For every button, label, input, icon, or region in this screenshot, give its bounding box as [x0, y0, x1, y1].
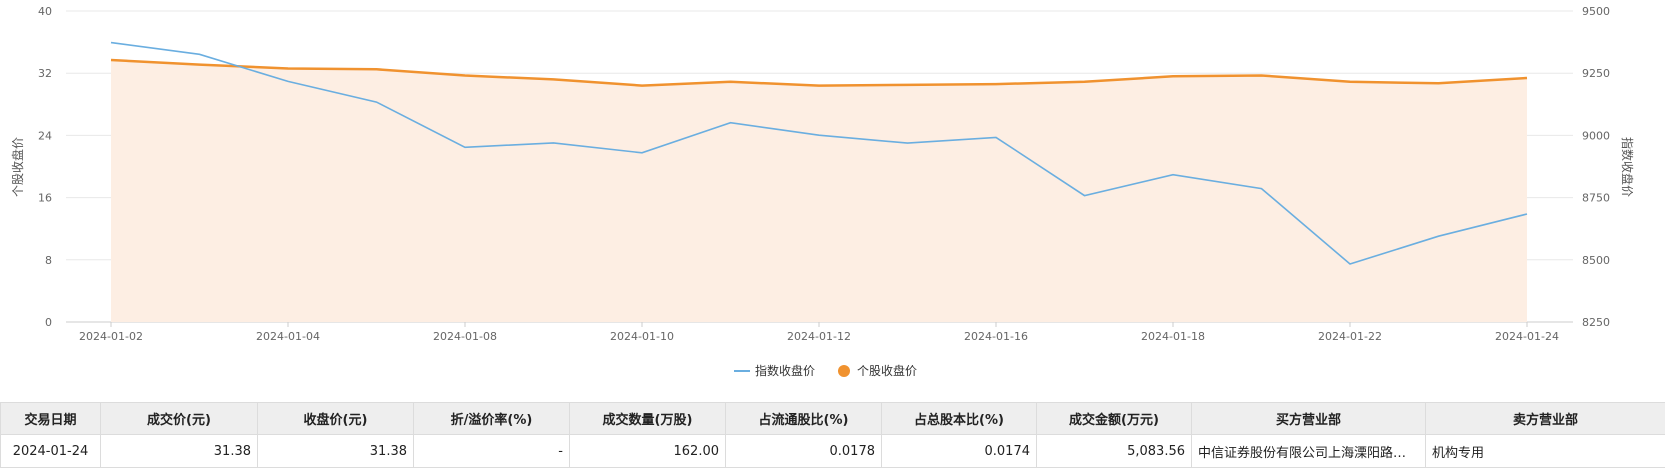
- left-axis-title: 个股收盘价: [10, 137, 25, 197]
- right-tick-label: 9250: [1582, 67, 1610, 80]
- left-tick-label: 24: [38, 129, 52, 142]
- table-row: 2024-01-24 31.38 31.38 - 162.00 0.0178 0…: [1, 435, 1665, 468]
- x-tick-label: 2024-01-02: [79, 330, 143, 343]
- x-tick-label: 2024-01-24: [1495, 330, 1559, 343]
- right-axis-ticks: 8250 8500 8750 9000 9250 9500: [1582, 5, 1610, 329]
- cell-seller[interactable]: 机构专用: [1426, 435, 1665, 468]
- legend-index-label: 指数收盘价: [755, 363, 815, 378]
- col-header-premium-rate[interactable]: 折/溢价率(%): [414, 403, 570, 435]
- table-header-row: 交易日期 成交价(元) 收盘价(元) 折/溢价率(%) 成交数量(万股) 占流通…: [1, 403, 1665, 435]
- x-tick-label: 2024-01-08: [433, 330, 497, 343]
- col-header-trade-price[interactable]: 成交价(元): [101, 403, 258, 435]
- x-tick-label: 2024-01-12: [787, 330, 851, 343]
- left-tick-label: 16: [38, 192, 52, 205]
- right-axis-title: 指数收盘价: [1620, 137, 1635, 197]
- legend-stock-label: 个股收盘价: [857, 363, 917, 378]
- x-tick-label: 2024-01-16: [964, 330, 1028, 343]
- left-tick-label: 32: [38, 67, 52, 80]
- legend-item-index[interactable]: 指数收盘价: [734, 363, 815, 378]
- block-trade-table: 交易日期 成交价(元) 收盘价(元) 折/溢价率(%) 成交数量(万股) 占流通…: [0, 402, 1665, 468]
- cell-total-ratio: 0.0174: [882, 435, 1037, 468]
- cell-close-price: 31.38: [258, 435, 414, 468]
- x-tick-label: 2024-01-04: [256, 330, 320, 343]
- col-header-buyer[interactable]: 买方营业部: [1192, 403, 1426, 435]
- x-tick-label: 2024-01-18: [1141, 330, 1205, 343]
- col-header-float-ratio[interactable]: 占流通股比(%): [726, 403, 882, 435]
- cell-trade-price: 31.38: [101, 435, 258, 468]
- stock-close-area: [111, 60, 1527, 322]
- right-tick-label: 9000: [1582, 129, 1610, 142]
- col-header-seller[interactable]: 卖方营业部: [1426, 403, 1665, 435]
- price-chart: 0 8 16 24 32 40 8250 8500 8750 9000 9250 9500 2024…: [0, 0, 1665, 402]
- col-header-volume[interactable]: 成交数量(万股): [570, 403, 726, 435]
- col-header-close-price[interactable]: 收盘价(元): [258, 403, 414, 435]
- cell-volume: 162.00: [570, 435, 726, 468]
- left-tick-label: 0: [45, 316, 52, 329]
- x-tick-label: 2024-01-10: [610, 330, 674, 343]
- right-tick-label: 9500: [1582, 5, 1610, 18]
- col-header-total-ratio[interactable]: 占总股本比(%): [882, 403, 1037, 435]
- legend-item-stock[interactable]: 个股收盘价: [838, 363, 917, 378]
- left-tick-label: 40: [38, 5, 52, 18]
- chart-legend[interactable]: 指数收盘价 个股收盘价: [734, 363, 917, 378]
- left-axis-ticks: 0 8 16 24 32 40: [38, 5, 52, 329]
- col-header-amount[interactable]: 成交金额(万元): [1037, 403, 1192, 435]
- legend-stock-swatch: [838, 365, 850, 377]
- right-tick-label: 8750: [1582, 192, 1610, 205]
- cell-premium-rate: -: [414, 435, 570, 468]
- cell-date: 2024-01-24: [1, 435, 101, 468]
- x-axis-ticks: 2024-01-02 2024-01-04 2024-01-08 2024-01-10…: [79, 322, 1559, 343]
- cell-amount: 5,083.56: [1037, 435, 1192, 468]
- x-tick-label: 2024-01-22: [1318, 330, 1382, 343]
- right-tick-label: 8500: [1582, 254, 1610, 267]
- right-tick-label: 8250: [1582, 316, 1610, 329]
- cell-float-ratio: 0.0178: [726, 435, 882, 468]
- col-header-date[interactable]: 交易日期: [1, 403, 101, 435]
- left-tick-label: 8: [45, 254, 52, 267]
- cell-buyer[interactable]: 中信证券股份有限公司上海溧阳路…: [1192, 435, 1426, 468]
